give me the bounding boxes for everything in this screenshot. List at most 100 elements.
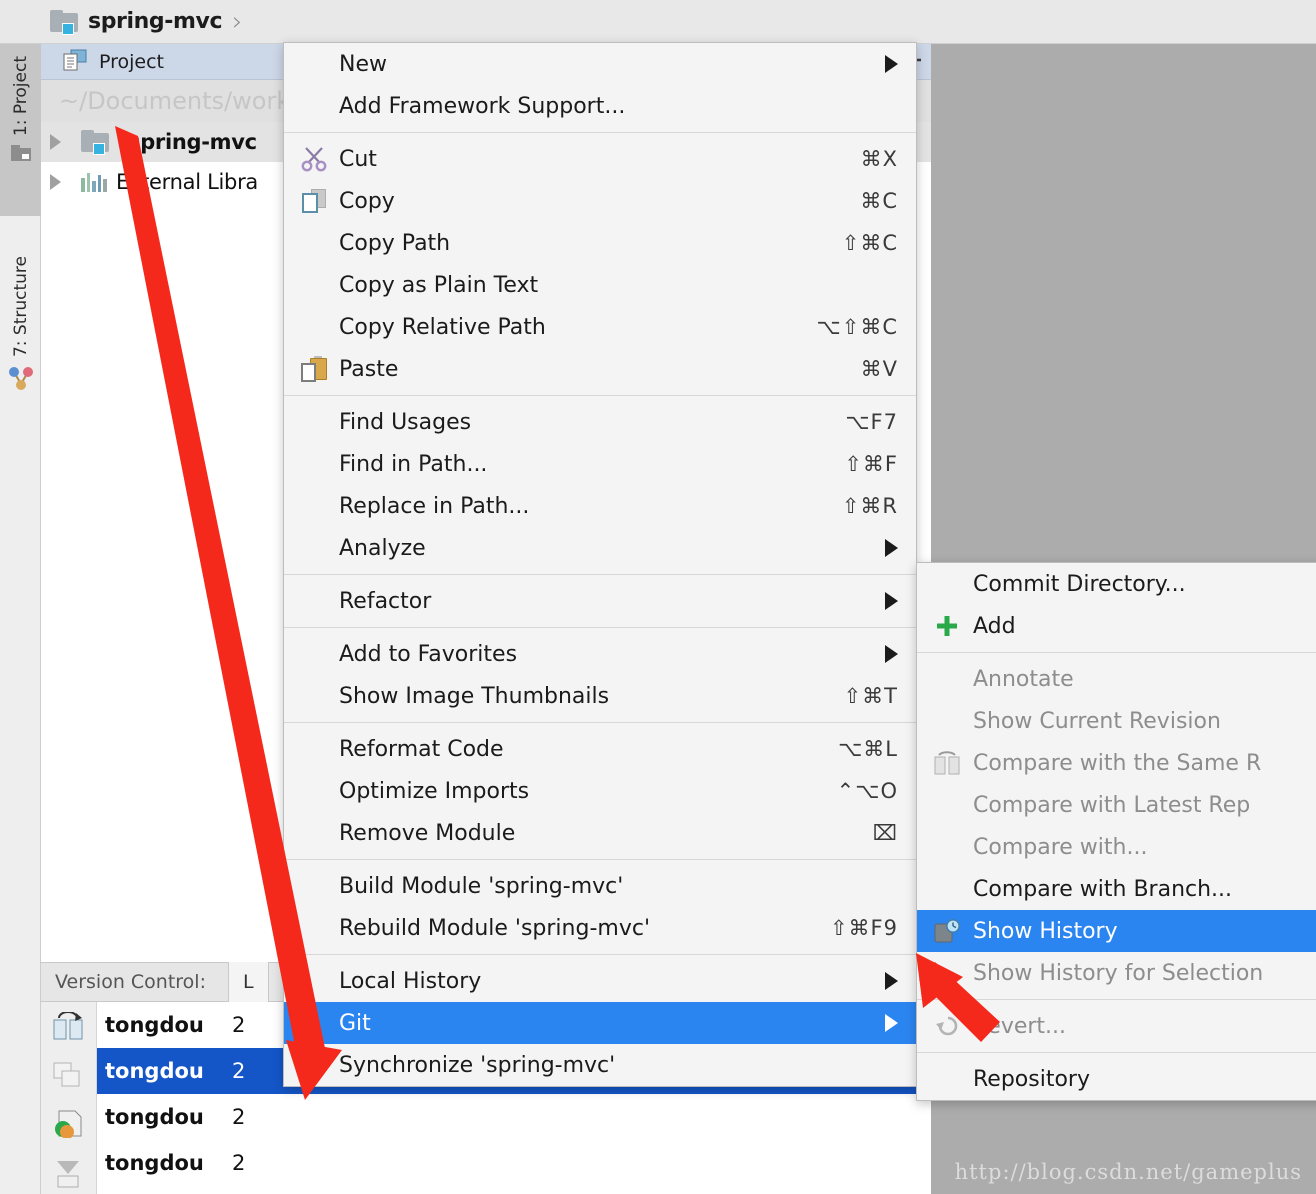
menu-item-label: Git	[339, 1011, 371, 1036]
folder-icon	[50, 10, 80, 34]
menu-item-shortcut: ⇧⌘C	[842, 231, 898, 255]
menu-item-label: Reformat Code	[339, 737, 504, 762]
sidebar-item-structure[interactable]: 7: Structure	[0, 244, 41, 434]
copy-icon	[300, 187, 328, 215]
menu-item-label: Analyze	[339, 536, 426, 561]
plus-icon	[933, 612, 961, 640]
commit-row[interactable]: tongdou 2	[97, 1140, 931, 1186]
menu-item-label: Compare with Branch...	[973, 877, 1232, 902]
menu-item-label: Annotate	[973, 667, 1074, 692]
menu-item-add-to-favorites[interactable]: Add to Favorites	[284, 633, 916, 675]
menu-item-label: Revert...	[973, 1014, 1066, 1039]
menu-separator	[917, 1052, 1316, 1053]
update-icon[interactable]	[53, 1160, 96, 1192]
menu-item-find-usages[interactable]: Find Usages ⌥F7	[284, 401, 916, 443]
commit-author: tongdou	[97, 1013, 232, 1037]
menu-item-label: Copy Path	[339, 231, 450, 256]
menu-item-shortcut: ⌃⌥O	[837, 779, 898, 803]
menu-item-label: Synchronize 'spring-mvc'	[339, 1053, 615, 1078]
chevron-right-icon[interactable]	[50, 134, 61, 150]
submenu-arrow-icon	[885, 539, 898, 557]
menu-item-label: Find Usages	[339, 410, 471, 435]
menu-item-copy-path[interactable]: Copy Path ⇧⌘C	[284, 222, 916, 264]
menu-item-optimize-imports[interactable]: Optimize Imports ⌃⌥O	[284, 770, 916, 812]
menu-item-copy-as-plain-text[interactable]: Copy as Plain Text	[284, 264, 916, 306]
menu-item-shortcut: ⌘C	[860, 189, 898, 213]
menu-item-compare-with: Compare with...	[917, 826, 1316, 868]
menu-item-show-image-thumbnails[interactable]: Show Image Thumbnails ⇧⌘T	[284, 675, 916, 717]
chevron-right-icon[interactable]	[50, 174, 61, 190]
menu-item-git[interactable]: Git	[284, 1002, 916, 1044]
menu-item-refactor[interactable]: Refactor	[284, 580, 916, 622]
menu-item-shortcut: ⌘X	[861, 147, 898, 171]
menu-item-add[interactable]: Add	[917, 605, 1316, 647]
submenu-arrow-icon	[885, 55, 898, 73]
menu-item-label: Add to Favorites	[339, 642, 517, 667]
menu-item-compare-with-branch[interactable]: Compare with Branch...	[917, 868, 1316, 910]
commit-date: 2	[232, 1105, 472, 1129]
project-view-icon	[63, 49, 89, 75]
menu-item-new[interactable]: New	[284, 43, 916, 85]
submenu-arrow-icon	[885, 592, 898, 610]
menu-item-repository[interactable]: Repository	[917, 1058, 1316, 1100]
menu-item-cut[interactable]: Cut ⌘X	[284, 138, 916, 180]
menu-item-paste[interactable]: Paste ⌘V	[284, 348, 916, 390]
menu-item-shortcut: ⌥F7	[845, 410, 898, 434]
menu-item-commit-directory[interactable]: Commit Directory...	[917, 563, 1316, 605]
menu-item-local-history[interactable]: Local History	[284, 960, 916, 1002]
menu-item-copy-relative-path[interactable]: Copy Relative Path ⌥⇧⌘C	[284, 306, 916, 348]
menu-item-add-framework-support[interactable]: Add Framework Support...	[284, 85, 916, 127]
menu-item-compare-with-latest-repository-version: Compare with Latest Rep	[917, 784, 1316, 826]
menu-item-shortcut: ⇧⌘R	[842, 494, 898, 518]
menu-item-label: Show Current Revision	[973, 709, 1221, 734]
submenu-arrow-icon	[885, 645, 898, 663]
menu-item-shortcut: ⌥⇧⌘C	[817, 315, 898, 339]
menu-item-shortcut: ⇧⌘F9	[830, 916, 898, 940]
version-control-tab[interactable]: L	[228, 962, 269, 1002]
compare-revisions-icon[interactable]	[53, 1012, 96, 1044]
menu-item-revert: Revert...	[917, 1005, 1316, 1047]
menu-item-build-module[interactable]: Build Module 'spring-mvc'	[284, 865, 916, 907]
menu-item-remove-module[interactable]: Remove Module ⌧	[284, 812, 916, 854]
library-icon	[81, 172, 107, 192]
sync-icon	[300, 1051, 328, 1079]
submenu-arrow-icon	[885, 1014, 898, 1032]
sidebar-item-label: 7: Structure	[11, 256, 31, 357]
folder-icon	[81, 130, 111, 154]
show-diff-icon[interactable]	[53, 1110, 96, 1142]
menu-separator	[284, 954, 916, 955]
menu-item-copy[interactable]: Copy ⌘C	[284, 180, 916, 222]
menu-separator	[917, 652, 1316, 653]
copy-revision-icon[interactable]	[53, 1062, 96, 1092]
git-submenu[interactable]: Commit Directory... Add Annotate Show Cu…	[916, 562, 1316, 1101]
menu-item-analyze[interactable]: Analyze	[284, 527, 916, 569]
menu-item-replace-in-path[interactable]: Replace in Path... ⇧⌘R	[284, 485, 916, 527]
watermark: http://blog.csdn.net/gameplus	[955, 1160, 1302, 1184]
menu-item-label: New	[339, 52, 387, 77]
menu-item-show-history[interactable]: Show History	[917, 910, 1316, 952]
submenu-arrow-icon	[885, 972, 898, 990]
commit-author: tongdou	[97, 1105, 232, 1129]
menu-item-label: Find in Path...	[339, 452, 487, 477]
context-menu[interactable]: New Add Framework Support... Cut ⌘X	[283, 42, 917, 1087]
menu-item-label: Copy Relative Path	[339, 315, 546, 340]
menu-item-label: Refactor	[339, 589, 431, 614]
menu-item-show-current-revision: Show Current Revision	[917, 700, 1316, 742]
menu-item-reformat-code[interactable]: Reformat Code ⌥⌘L	[284, 728, 916, 770]
commit-author: tongdou	[97, 1151, 232, 1175]
menu-item-label: Add	[973, 614, 1016, 639]
menu-item-label: Copy	[339, 189, 395, 214]
commit-row[interactable]: tongdou 2	[97, 1094, 931, 1140]
version-control-side-toolbar	[41, 1002, 97, 1194]
tree-node-label: spring-mvc	[128, 130, 257, 154]
tree-node-label: External Libra	[116, 170, 258, 194]
menu-item-shortcut: ⇧⌘T	[844, 684, 898, 708]
menu-item-label: Local History	[339, 969, 481, 994]
breadcrumb-project-name[interactable]: spring-mvc	[88, 9, 222, 34]
menu-item-synchronize[interactable]: Synchronize 'spring-mvc'	[284, 1044, 916, 1086]
chevron-right-icon: ›	[232, 7, 242, 37]
menu-item-find-in-path[interactable]: Find in Path... ⇧⌘F	[284, 443, 916, 485]
menu-item-shortcut: ⌧	[873, 821, 898, 845]
sidebar-item-project[interactable]: 1: Project	[0, 44, 41, 216]
menu-item-rebuild-module[interactable]: Rebuild Module 'spring-mvc' ⇧⌘F9	[284, 907, 916, 949]
